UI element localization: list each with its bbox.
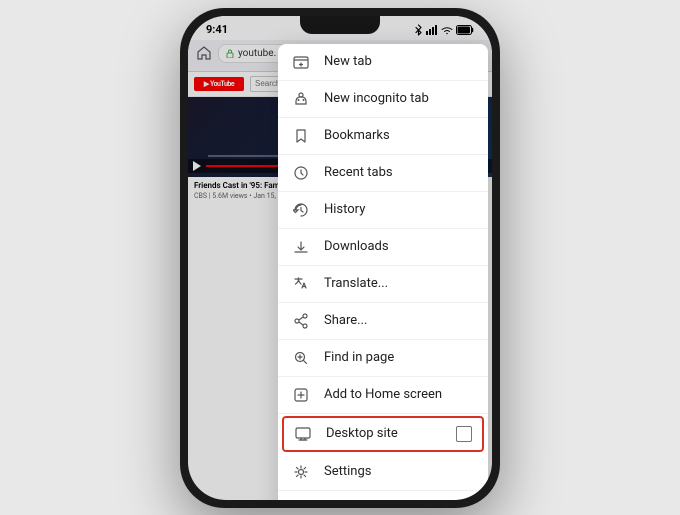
desktop-site-checkbox[interactable] bbox=[456, 426, 472, 442]
recent-tabs-icon bbox=[292, 164, 310, 182]
share-icon bbox=[292, 312, 310, 330]
new-tab-label: New tab bbox=[324, 54, 474, 69]
new-tab-icon bbox=[292, 53, 310, 71]
bookmarks-icon bbox=[292, 127, 310, 145]
menu-item-bookmarks[interactable]: Bookmarks bbox=[278, 118, 488, 155]
settings-label: Settings bbox=[324, 464, 474, 479]
menu-item-help-feedback[interactable]: Help & feedback bbox=[278, 491, 488, 500]
menu-item-new-tab[interactable]: New tab bbox=[278, 44, 488, 81]
menu-item-desktop-site[interactable]: Desktop site bbox=[282, 416, 484, 452]
bookmarks-label: Bookmarks bbox=[324, 128, 474, 143]
phone-frame: 9:41 bbox=[180, 8, 500, 508]
history-icon bbox=[292, 201, 310, 219]
desktop-site-label: Desktop site bbox=[326, 426, 442, 441]
history-label: History bbox=[324, 202, 474, 217]
find-icon bbox=[292, 349, 310, 367]
dropdown-menu: New tab New incognito tab bbox=[278, 44, 488, 500]
add-home-icon bbox=[292, 386, 310, 404]
menu-item-history[interactable]: History bbox=[278, 192, 488, 229]
incognito-icon bbox=[292, 90, 310, 108]
menu-item-downloads[interactable]: Downloads bbox=[278, 229, 488, 266]
dropdown-overlay: New tab New incognito tab bbox=[188, 16, 492, 500]
downloads-icon bbox=[292, 238, 310, 256]
desktop-icon bbox=[294, 425, 312, 443]
phone-screen: 9:41 bbox=[188, 16, 492, 500]
menu-item-add-to-home[interactable]: Add to Home screen bbox=[278, 377, 488, 414]
incognito-label: New incognito tab bbox=[324, 91, 474, 106]
settings-icon bbox=[292, 463, 310, 481]
menu-item-settings[interactable]: Settings bbox=[278, 454, 488, 491]
menu-item-new-incognito[interactable]: New incognito tab bbox=[278, 81, 488, 118]
recent-tabs-label: Recent tabs bbox=[324, 165, 474, 180]
menu-item-recent-tabs[interactable]: Recent tabs bbox=[278, 155, 488, 192]
add-to-home-label: Add to Home screen bbox=[324, 387, 474, 402]
menu-item-translate[interactable]: Translate... bbox=[278, 266, 488, 303]
translate-icon bbox=[292, 275, 310, 293]
share-label: Share... bbox=[324, 313, 474, 328]
translate-label: Translate... bbox=[324, 276, 474, 291]
downloads-label: Downloads bbox=[324, 239, 474, 254]
menu-item-find-in-page[interactable]: Find in page bbox=[278, 340, 488, 377]
find-in-page-label: Find in page bbox=[324, 350, 474, 365]
menu-item-share[interactable]: Share... bbox=[278, 303, 488, 340]
